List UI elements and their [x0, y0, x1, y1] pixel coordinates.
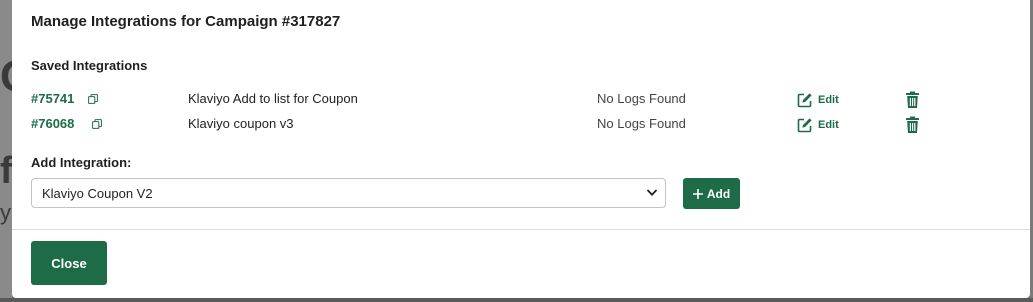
edit-integration-button[interactable]: Edit [797, 92, 839, 108]
modal-footer-divider [12, 229, 1030, 230]
modal-header: Manage Integrations for Campaign #317827 [12, 0, 1030, 48]
integration-select-value: Klaviyo Coupon V2 [42, 186, 153, 201]
copy-icon[interactable] [88, 94, 98, 104]
backdrop-page-bottom [0, 298, 1033, 302]
integration-id-link[interactable]: #75741 [31, 91, 74, 106]
plus-icon [692, 188, 703, 199]
edit-icon [797, 118, 812, 133]
backdrop-page-left: C f y [0, 0, 32, 302]
add-integration-button[interactable]: Add [683, 178, 740, 209]
trash-icon[interactable] [905, 116, 920, 134]
integration-logs-status: No Logs Found [597, 116, 686, 131]
copy-icon[interactable] [92, 119, 102, 129]
integration-row: #75741 Klaviyo Add to list for Coupon No… [12, 89, 1030, 111]
integration-name: Klaviyo Add to list for Coupon [188, 91, 358, 106]
modal-title: Manage Integrations for Campaign #317827 [31, 13, 341, 30]
integration-logs-status: No Logs Found [597, 91, 686, 106]
integration-select[interactable]: Klaviyo Coupon V2 [31, 178, 666, 208]
saved-integrations-label: Saved Integrations [31, 58, 148, 73]
edit-integration-button[interactable]: Edit [797, 117, 839, 133]
close-button[interactable]: Close [31, 241, 107, 285]
integration-row: #76068 Klaviyo coupon v3 No Logs Found E… [12, 114, 1030, 136]
manage-integrations-modal: Manage Integrations for Campaign #317827… [12, 0, 1030, 298]
integration-id-link[interactable]: #76068 [31, 116, 74, 131]
trash-icon[interactable] [905, 91, 920, 109]
backdrop-text-fragment: f [0, 150, 13, 192]
backdrop-text-fragment: y [0, 200, 11, 225]
add-integration-label: Add Integration: [31, 155, 132, 170]
integration-name: Klaviyo coupon v3 [188, 116, 294, 131]
edit-label: Edit [818, 94, 839, 106]
add-button-label: Add [706, 186, 731, 201]
edit-label: Edit [818, 119, 839, 131]
chevron-down-icon [647, 189, 657, 196]
edit-icon [797, 93, 812, 108]
